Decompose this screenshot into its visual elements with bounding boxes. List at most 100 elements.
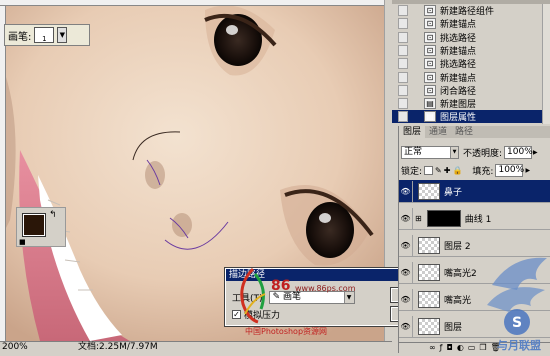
eye-icon[interactable]: 👁 [399,180,413,202]
path-icon: ⊡ [424,84,436,96]
history-snapshot-checkbox[interactable] [398,84,408,96]
alliance-logo: S 与月联盟 [487,250,550,353]
lock-move-icon[interactable]: ✚ [444,166,451,175]
ruler-left [0,6,6,341]
blend-mode-value: 正常 [404,147,423,157]
layer-thumbnail[interactable] [418,290,440,308]
layer-row[interactable]: 👁 鼻子 [399,180,550,203]
history-item-label: 新建锚点 [440,73,477,84]
history-item-label: 新建锚点 [440,46,477,57]
eye-icon[interactable]: 👁 [399,207,413,229]
layer-thumbnail[interactable] [418,236,440,254]
brush-dropdown-button[interactable]: ▼ [57,27,68,43]
layer-style-icon[interactable]: ƒ [440,343,443,353]
tab-layers[interactable]: 图层 [399,126,426,138]
path-icon: ⊡ [424,71,436,83]
history-snapshot-checkbox[interactable] [398,71,408,83]
path-icon: ⊡ [424,5,436,16]
history-item-label: 挑选路径 [440,33,477,44]
history-snapshot-checkbox[interactable] [398,98,408,110]
history-item[interactable]: ⊡ 新建路径组件 [392,4,550,17]
eye-icon[interactable]: 👁 [399,234,413,256]
new-layer-icon[interactable]: ❐ [479,343,486,353]
chevron-down-icon: ▼ [450,147,458,158]
history-snapshot-checkbox[interactable] [398,58,408,70]
link-icon[interactable]: ∞ [429,343,436,353]
opacity-arrow-icon[interactable]: ▶ [533,149,538,156]
history-snapshot-checkbox[interactable] [398,44,408,56]
path-icon: ⊡ [424,31,436,43]
foreground-color-swatch[interactable] [22,213,46,237]
brush-options-bar: 画笔: 1 ▼ [4,24,90,46]
fill-value: 100% [498,165,525,175]
status-bar: 200% 文档:2.25M/7.97M [0,341,392,353]
watermark-86: 86 [271,278,291,294]
layer-mask-thumbnail[interactable] [426,209,461,227]
layer-thumbnail[interactable] [418,317,440,335]
history-item[interactable]: ▤ 新建图层 [392,97,550,110]
layer-name: 图层 2 [444,241,471,252]
history-item-label: 新建锚点 [440,20,477,31]
brush-size-picker[interactable]: 1 [34,27,55,43]
lock-label: 锁定: [401,167,423,177]
lock-paint-icon[interactable]: ✎ [435,166,442,175]
layer-row[interactable]: 👁 ⊞ 曲线 1 [399,207,550,230]
history-item-label: 挑选路径 [440,60,477,71]
layer-name: 鼻子 [444,187,463,198]
watermark-86ps: 86 www.86ps.com 中国Photoshop资源网 [233,264,388,341]
history-snapshot-checkbox[interactable] [398,111,408,123]
default-colors-icon[interactable]: ■ [19,238,26,246]
swap-colors-icon[interactable]: ↰ [49,210,57,220]
history-scrollbar[interactable] [542,4,550,124]
history-item[interactable]: ⊡ 新建锚点 [392,44,550,57]
tab-paths[interactable]: 路径 [451,126,477,138]
layer-name: 图层 [444,322,463,333]
history-snapshot-checkbox[interactable] [398,5,408,16]
tab-channels[interactable]: 通道 [425,126,451,138]
layer-icon: ▤ [424,98,436,110]
history-snapshot-checkbox[interactable] [398,31,408,43]
fill-input[interactable]: 100% [495,164,525,177]
fill-label: 填充: [472,167,494,177]
new-group-icon[interactable]: ▭ [468,343,476,353]
layer-thumbnail[interactable] [418,182,440,200]
history-item[interactable]: ⊡ 新建锚点 [392,17,550,30]
lock-transparency-icon[interactable] [424,166,434,175]
path-icon: ⊡ [424,18,436,30]
brush-size-value: 1 [42,35,47,43]
blend-mode-select[interactable]: 正常 ▼ [401,146,459,159]
zoom-level[interactable]: 200% [2,342,28,353]
history-item[interactable]: ⊡ 闭合路径 [392,84,550,97]
document-size[interactable]: 文档:2.25M/7.97M [78,342,158,353]
layer-name: 嘴高光 [444,295,472,306]
path-icon: ⊡ [424,58,436,70]
wing-logo-icon: S 与月联盟 [487,257,547,352]
layer-icon: ▤ [424,111,436,123]
history-item[interactable]: ⊡ 挑选路径 [392,57,550,70]
path-icon: ⊡ [424,44,436,56]
history-item[interactable]: ⊡ 新建锚点 [392,71,550,84]
history-snapshot-checkbox[interactable] [398,18,408,30]
history-item-label: 图层属性 [440,113,477,124]
color-swatches: ↰ ■ [16,207,66,248]
layer-name: 嘴高光2 [444,268,477,279]
history-item[interactable]: ⊡ 挑选路径 [392,31,550,44]
opacity-label: 不透明度: [463,149,503,159]
brush-label: 画笔: [8,31,32,43]
lock-all-icon[interactable]: 🔒 [452,166,462,175]
watermark-url: www.86ps.com [295,284,356,293]
history-item-label: 新建路径组件 [440,7,495,17]
adjustment-layer-icon[interactable]: ◐ [457,343,464,353]
history-item-label: 新建图层 [440,100,477,111]
adjustment-icon: ⊞ [415,213,422,223]
ruler-top [0,0,392,6]
opacity-input[interactable]: 100% [504,146,533,159]
history-item[interactable]: ▤ 图层属性 [392,110,550,124]
eye-icon[interactable]: 👁 [399,288,413,310]
eye-icon[interactable]: 👁 [399,261,413,283]
layer-thumbnail[interactable] [418,263,440,281]
fill-arrow-icon[interactable]: ▶ [525,167,530,174]
mask-icon[interactable]: ◘ [447,343,453,353]
eye-icon[interactable]: 👁 [399,315,413,337]
layer-name: 曲线 1 [464,214,492,225]
